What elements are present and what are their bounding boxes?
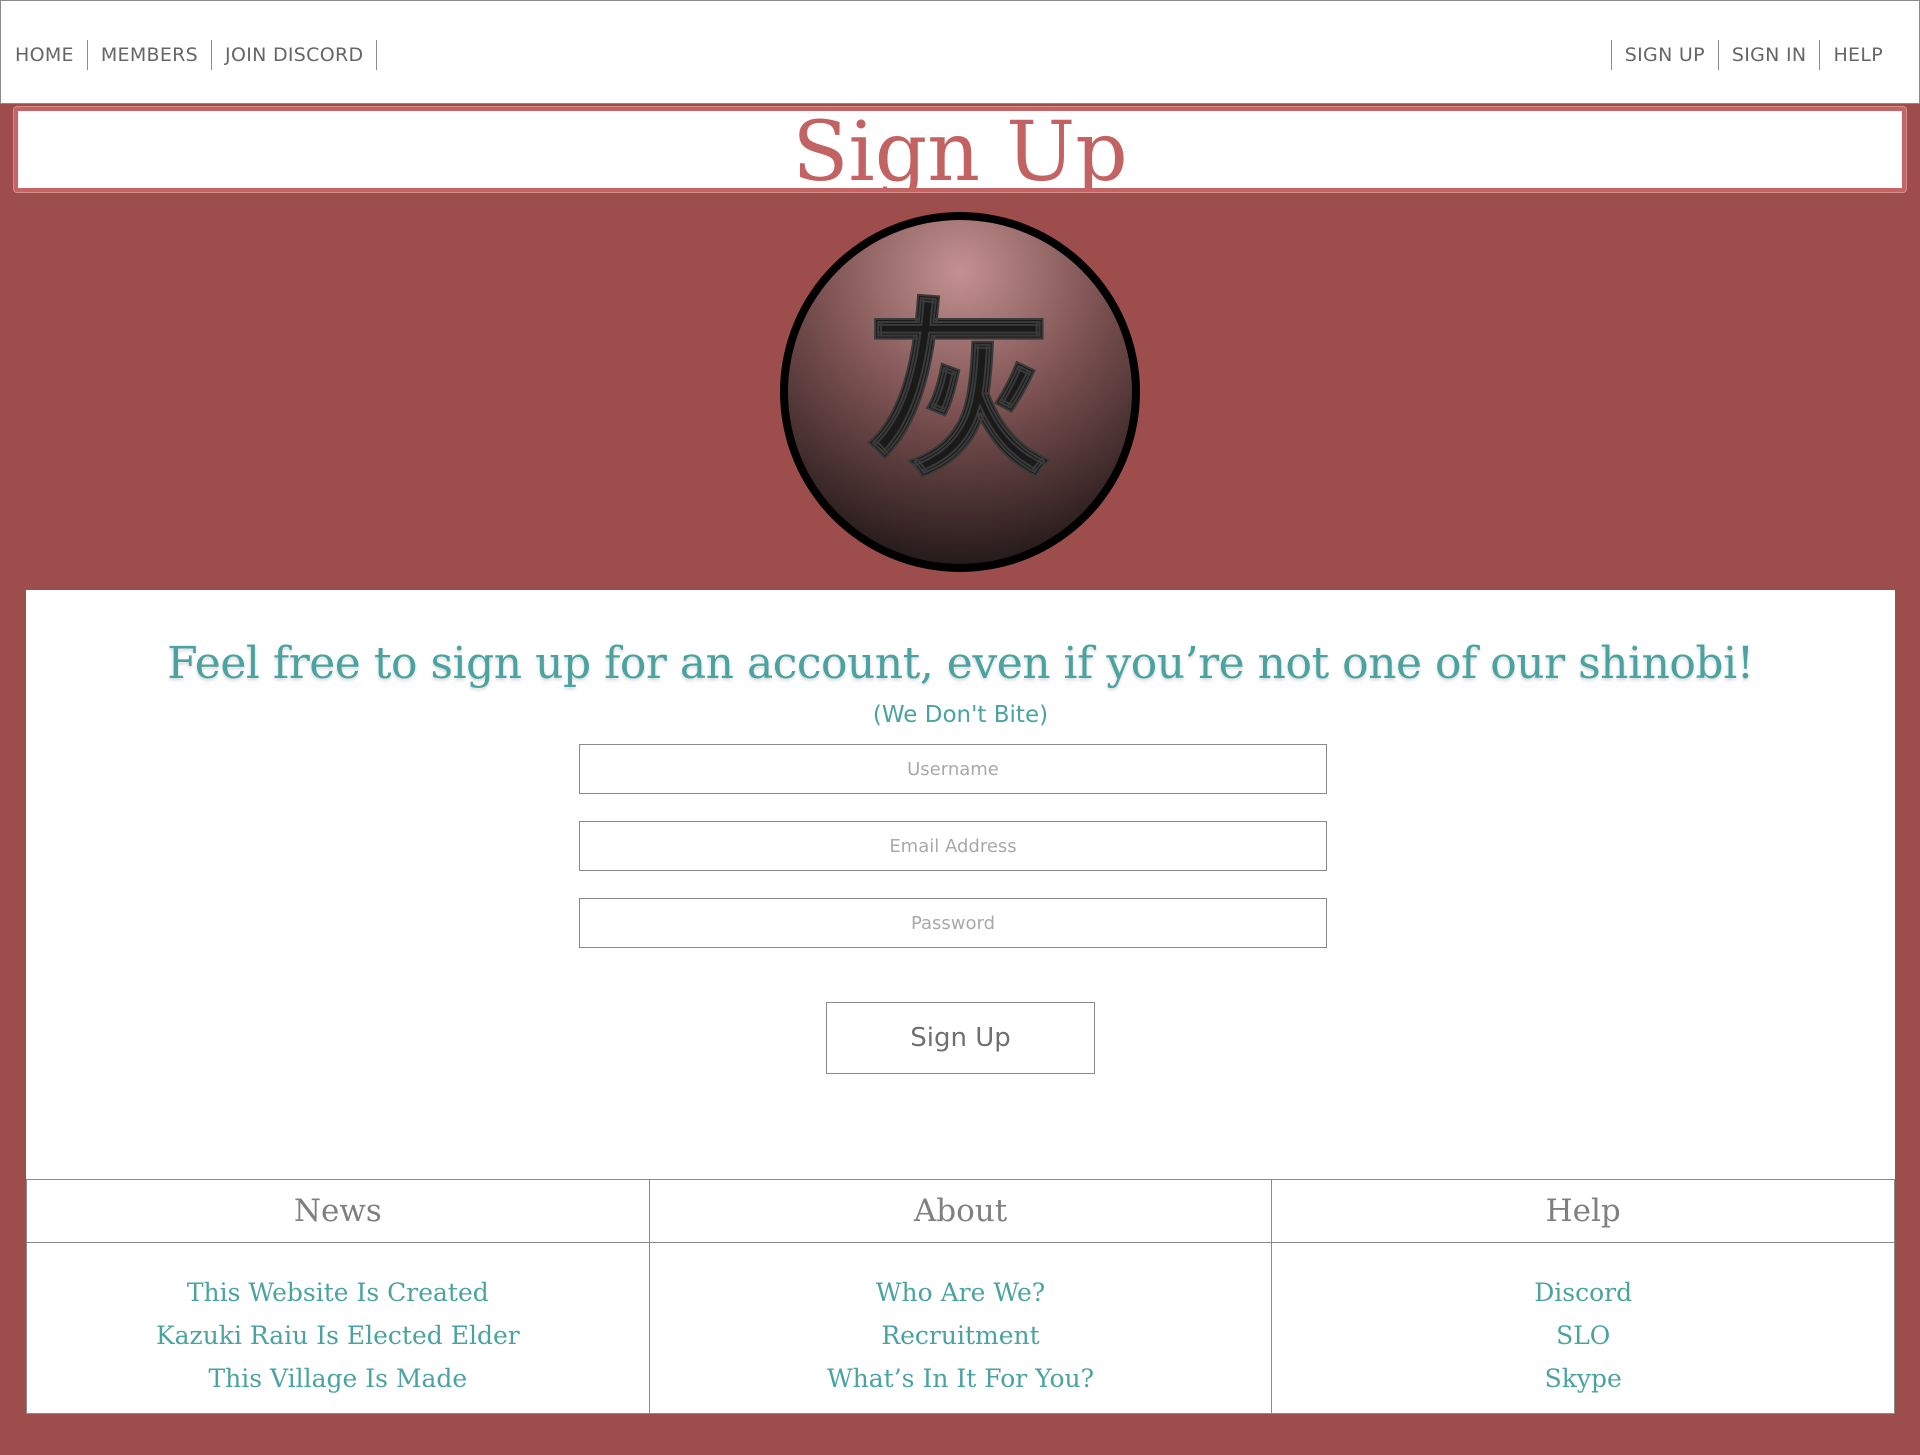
village-emblem-icon: 灰 [776,208,1144,576]
title-banner: Sign Up [14,107,1906,192]
footer-about-list: Who Are We? Recruitment What’s In It For… [650,1243,1272,1400]
footer-about-link[interactable]: Who Are We? [650,1271,1272,1314]
page-title: Sign Up [792,107,1128,192]
footer-news-link[interactable]: Kazuki Raiu Is Elected Elder [27,1314,649,1357]
password-input[interactable] [579,898,1327,948]
nav-help-link[interactable]: HELP [1833,40,1883,70]
footer-links: News This Website Is Created Kazuki Raiu… [26,1179,1895,1414]
footer-help-title: Help [1272,1180,1895,1243]
nav-members-link[interactable]: MEMBERS [101,40,198,70]
signup-subhead: (We Don't Bite) [872,702,1049,728]
emblem-glyph: 灰 [865,282,1055,503]
email-input[interactable] [579,821,1327,871]
footer-news-link[interactable]: This Village Is Made [27,1357,649,1400]
footer-about-title: About [649,1180,1272,1243]
signup-card: Feel free to sign up for an account, eve… [26,590,1895,1414]
footer-news-link[interactable]: This Website Is Created [27,1271,649,1314]
footer-news-title: News [27,1180,649,1243]
nav-divider [86,40,88,70]
nav-sign-in-link[interactable]: SIGN IN [1732,40,1807,70]
footer-help-link[interactable]: SLO [1272,1314,1894,1357]
nav-right-group: SIGN UP SIGN IN HELP [1598,40,1883,70]
nav-left-group: HOME MEMBERS JOIN DISCORD [15,40,390,70]
nav-divider [211,40,213,70]
footer-about-link[interactable]: What’s In It For You? [650,1357,1272,1400]
top-nav: HOME MEMBERS JOIN DISCORD SIGN UP SIGN I… [0,0,1920,104]
nav-join-discord-link[interactable]: JOIN DISCORD [225,40,363,70]
nav-divider [1819,40,1821,70]
footer-news-column: News This Website Is Created Kazuki Raiu… [27,1180,650,1413]
username-input[interactable] [579,744,1327,794]
nav-divider [376,40,378,70]
footer-help-column: Help Discord SLO Skype [1272,1180,1895,1413]
footer-help-link[interactable]: Discord [1272,1271,1894,1314]
signup-headline: Feel free to sign up for an account, eve… [167,638,1754,689]
nav-divider [1717,40,1719,70]
footer-help-link[interactable]: Skype [1272,1357,1894,1400]
sign-up-button[interactable]: Sign Up [826,1002,1095,1074]
nav-sign-up-link[interactable]: SIGN UP [1625,40,1705,70]
footer-help-list: Discord SLO Skype [1272,1243,1894,1400]
nav-divider [1610,40,1612,70]
footer-news-list: This Website Is Created Kazuki Raiu Is E… [27,1243,649,1400]
footer-about-link[interactable]: Recruitment [650,1314,1272,1357]
nav-home-link[interactable]: HOME [15,40,74,70]
footer-about-column: About Who Are We? Recruitment What’s In … [649,1180,1273,1413]
